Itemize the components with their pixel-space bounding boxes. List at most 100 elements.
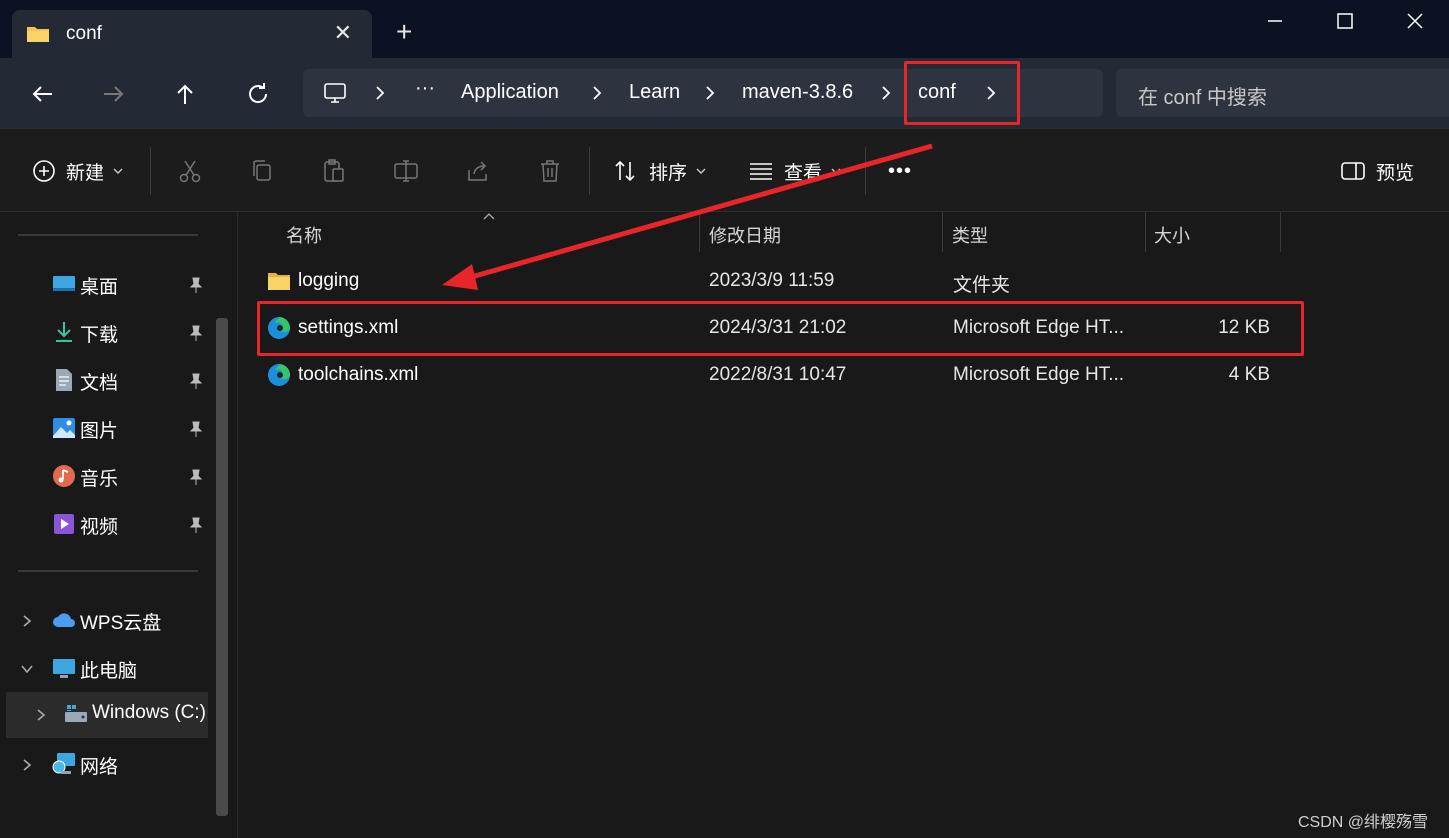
sidebar-item-wps-cloud[interactable]: WPS云盘: [0, 598, 230, 644]
sidebar-item-label: 网络: [80, 757, 119, 778]
column-divider[interactable]: [699, 212, 700, 252]
desktop-icon: [53, 276, 75, 291]
rename-icon[interactable]: [393, 158, 419, 184]
chevron-right-icon[interactable]: [20, 757, 34, 773]
sidebar-item-this-pc[interactable]: 此电脑: [0, 646, 230, 692]
tab-conf[interactable]: conf ✕: [12, 10, 372, 58]
sidebar-item-label: 桌面: [80, 277, 119, 298]
chevron-down-icon[interactable]: [20, 661, 34, 677]
table-row[interactable]: logging 2023/3/9 11:59 文件夹: [257, 259, 1307, 305]
column-header-date[interactable]: 修改日期: [709, 222, 781, 248]
breadcrumb-ellipsis[interactable]: ···: [415, 77, 435, 100]
column-header-size[interactable]: 大小: [1154, 222, 1190, 248]
maximize-icon[interactable]: [1325, 8, 1365, 34]
sidebar-item-windows-c[interactable]: Windows (C:): [6, 692, 208, 738]
delete-icon[interactable]: [537, 158, 563, 184]
file-date: 2023/3/9 11:59: [709, 270, 835, 291]
sidebar-item-music[interactable]: 音乐: [0, 454, 230, 500]
sidebar-item-label: Windows (C:): [92, 702, 207, 723]
preview-label: 预览: [1376, 162, 1415, 184]
sidebar-item-label: 此电脑: [80, 661, 138, 682]
sidebar-divider: [18, 570, 198, 572]
new-tab-button[interactable]: +: [396, 18, 412, 46]
pin-icon[interactable]: [188, 324, 204, 342]
sidebar-item-label: 文档: [80, 373, 119, 394]
highlight-box-address: [904, 61, 1020, 125]
copy-icon[interactable]: [249, 158, 275, 184]
sidebar-item-label: WPS云盘: [80, 613, 162, 634]
chevron-down-icon: [696, 168, 706, 174]
table-row[interactable]: toolchains.xml 2022/8/31 10:47 Microsoft…: [257, 353, 1307, 399]
close-tab-icon[interactable]: ✕: [334, 22, 352, 44]
folder-icon: [27, 27, 49, 42]
title-bar: conf ✕ +: [0, 0, 1449, 58]
share-icon[interactable]: [465, 158, 491, 184]
pin-icon[interactable]: [188, 276, 204, 294]
command-toolbar: 新建 排序 查看 ••• 预览: [0, 128, 1449, 212]
chevron-down-icon: [831, 168, 841, 174]
computer-icon: [53, 659, 75, 678]
toolbar-divider: [865, 147, 866, 195]
sort-button[interactable]: 排序: [613, 129, 707, 213]
folder-icon: [268, 273, 290, 290]
highlight-box-settings-row: [257, 301, 1304, 356]
forward-arrow-icon[interactable]: [98, 78, 130, 110]
more-options-button[interactable]: •••: [888, 129, 912, 213]
sidebar-item-downloads[interactable]: 下载: [0, 310, 230, 356]
view-button[interactable]: 查看: [748, 129, 842, 213]
breadcrumb-learn[interactable]: Learn: [629, 81, 680, 104]
pin-icon[interactable]: [188, 468, 204, 486]
chevron-right-icon[interactable]: [20, 613, 34, 629]
sidebar-item-videos[interactable]: 视频: [0, 502, 230, 548]
chevron-right-icon[interactable]: [373, 83, 387, 103]
paste-icon[interactable]: [321, 158, 347, 184]
view-list-icon: [750, 163, 772, 180]
up-arrow-icon[interactable]: [169, 78, 201, 110]
cut-icon[interactable]: [177, 158, 203, 184]
pin-icon[interactable]: [188, 372, 204, 390]
sidebar-divider: [18, 234, 198, 236]
monitor-icon[interactable]: [323, 81, 347, 105]
column-header-type[interactable]: 类型: [952, 222, 988, 248]
breadcrumb-application[interactable]: Application: [461, 81, 559, 104]
navigation-bar: ··· Application Learn maven-3.8.6 conf 在…: [0, 58, 1449, 128]
sidebar-scrollbar[interactable]: [216, 318, 228, 816]
chevron-right-icon[interactable]: [34, 707, 48, 723]
column-divider[interactable]: [942, 212, 943, 252]
breadcrumb-maven[interactable]: maven-3.8.6: [742, 81, 853, 104]
chevron-right-icon[interactable]: [590, 83, 604, 103]
preview-button[interactable]: 预览: [1340, 129, 1414, 213]
minimize-icon[interactable]: [1255, 8, 1295, 34]
column-divider[interactable]: [1145, 212, 1146, 252]
column-divider[interactable]: [1280, 212, 1281, 252]
toolbar-divider: [589, 147, 590, 195]
file-size: 4 KB: [1228, 364, 1270, 385]
plus-circle-icon: [33, 160, 55, 182]
new-label: 新建: [66, 162, 105, 184]
sort-ascending-icon: [483, 213, 495, 220]
pin-icon[interactable]: [188, 420, 204, 438]
sidebar-item-pictures[interactable]: 图片: [0, 406, 230, 452]
chevron-right-icon[interactable]: [879, 83, 893, 103]
back-arrow-icon[interactable]: [26, 78, 58, 110]
sidebar-item-label: 图片: [80, 421, 119, 442]
sidebar-item-desktop[interactable]: 桌面: [0, 262, 230, 308]
column-header-name[interactable]: 名称: [286, 222, 322, 248]
sidebar-item-network[interactable]: 网络: [0, 742, 230, 788]
new-button[interactable]: 新建: [32, 129, 124, 213]
close-window-icon[interactable]: [1395, 8, 1435, 34]
file-type: Microsoft Edge HT...: [953, 364, 1125, 385]
refresh-icon[interactable]: [242, 78, 274, 110]
toolbar-divider: [150, 147, 151, 195]
sidebar-item-label: 下载: [80, 325, 119, 346]
tab-title: conf: [66, 23, 102, 44]
sort-label: 排序: [649, 162, 688, 184]
sidebar-item-documents[interactable]: 文档: [0, 358, 230, 404]
pin-icon[interactable]: [188, 516, 204, 534]
search-input[interactable]: 在 conf 中搜索: [1116, 69, 1449, 117]
view-label: 查看: [784, 162, 823, 184]
download-icon: [56, 322, 72, 342]
chevron-right-icon[interactable]: [703, 83, 717, 103]
edge-icon: [268, 364, 290, 386]
file-name: logging: [298, 270, 360, 291]
